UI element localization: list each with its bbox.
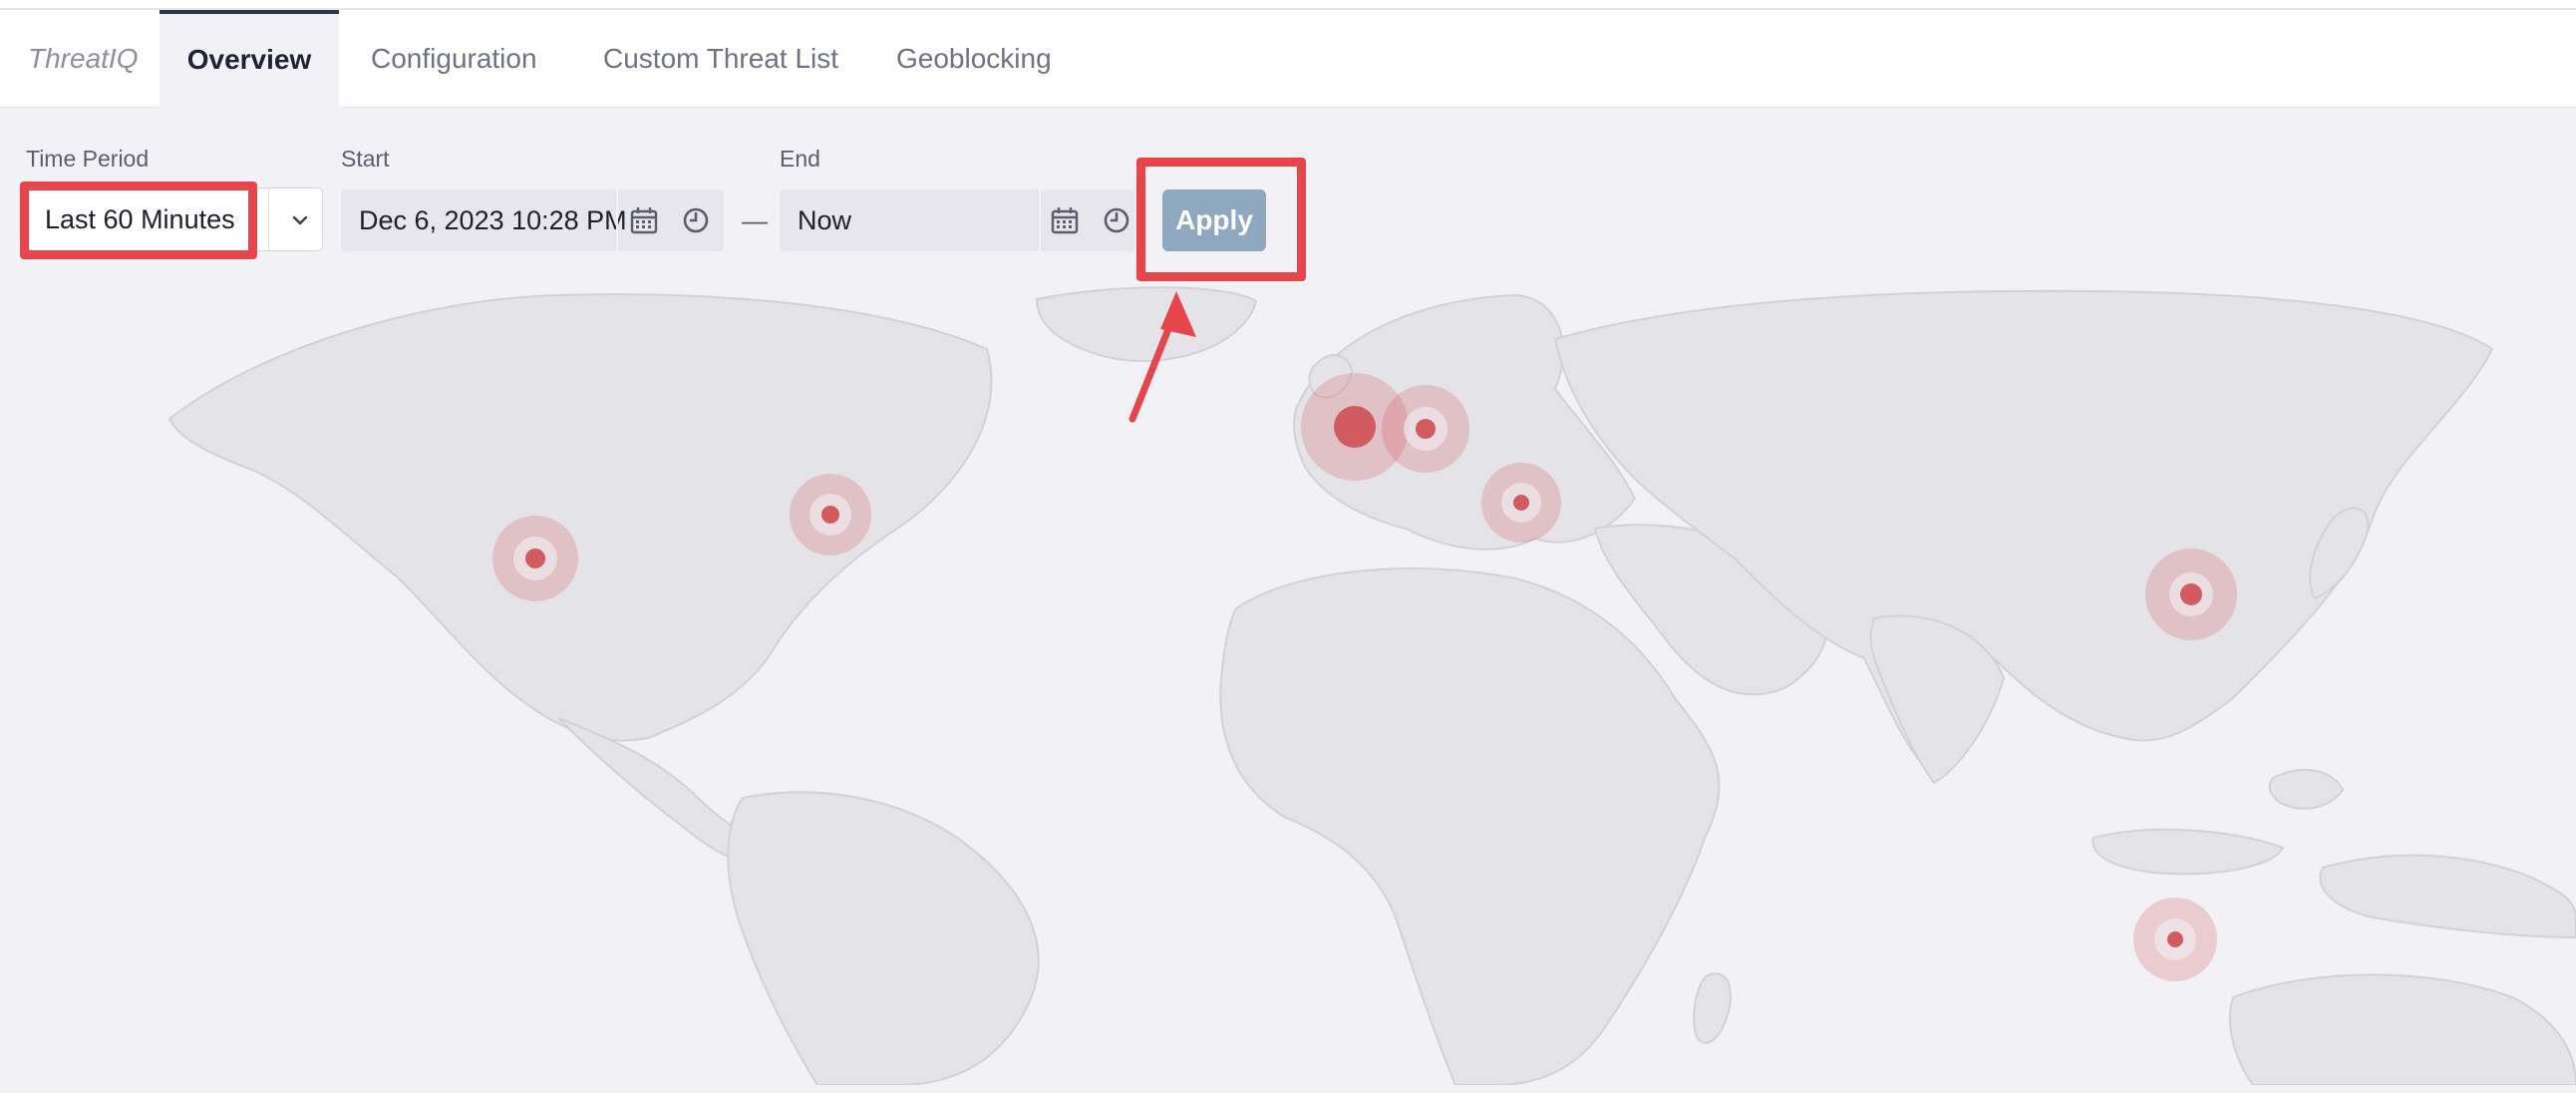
app-brand: ThreatIQ xyxy=(28,43,139,74)
end-datetime-field[interactable]: Now xyxy=(780,189,1134,251)
threat-marker-us-east[interactable] xyxy=(790,474,871,555)
field-divider xyxy=(616,189,618,251)
arrow-icon xyxy=(1128,291,1196,423)
threat-marker-indonesia[interactable] xyxy=(2133,898,2217,981)
tab-overview[interactable]: Overview xyxy=(160,10,339,108)
threat-marker-us-west[interactable] xyxy=(492,516,578,601)
threat-world-map xyxy=(167,286,2576,1085)
start-datetime-field[interactable]: Dec 6, 2023 10:28 PM xyxy=(341,189,724,251)
field-divider xyxy=(1039,189,1041,251)
range-separator: — xyxy=(742,205,768,235)
highlight-apply-button xyxy=(1136,158,1306,281)
start-datetime-value: Dec 6, 2023 10:28 PM xyxy=(359,205,627,235)
select-divider xyxy=(268,188,269,250)
calendar-icon[interactable] xyxy=(1049,204,1081,236)
calendar-icon[interactable] xyxy=(628,204,660,236)
tab-bar: ThreatIQ Overview Configuration Custom T… xyxy=(0,10,2576,108)
tab-configuration[interactable]: Configuration xyxy=(371,10,537,108)
threat-marker-central-europe[interactable] xyxy=(1382,385,1469,473)
end-label: End xyxy=(780,146,820,172)
highlight-time-period xyxy=(20,182,257,259)
clock-icon[interactable] xyxy=(1101,204,1132,236)
tab-custom-threat-list[interactable]: Custom Threat List xyxy=(603,10,838,108)
top-border xyxy=(0,0,2576,10)
threat-marker-china[interactable] xyxy=(2145,548,2237,640)
start-label: Start xyxy=(341,146,390,172)
time-period-label: Time Period xyxy=(26,146,150,172)
chevron-down-icon[interactable] xyxy=(280,188,320,250)
threat-marker-balkans[interactable] xyxy=(1481,463,1561,543)
tab-geoblocking[interactable]: Geoblocking xyxy=(896,10,1052,108)
end-datetime-value: Now xyxy=(798,205,852,235)
clock-icon[interactable] xyxy=(680,204,712,236)
